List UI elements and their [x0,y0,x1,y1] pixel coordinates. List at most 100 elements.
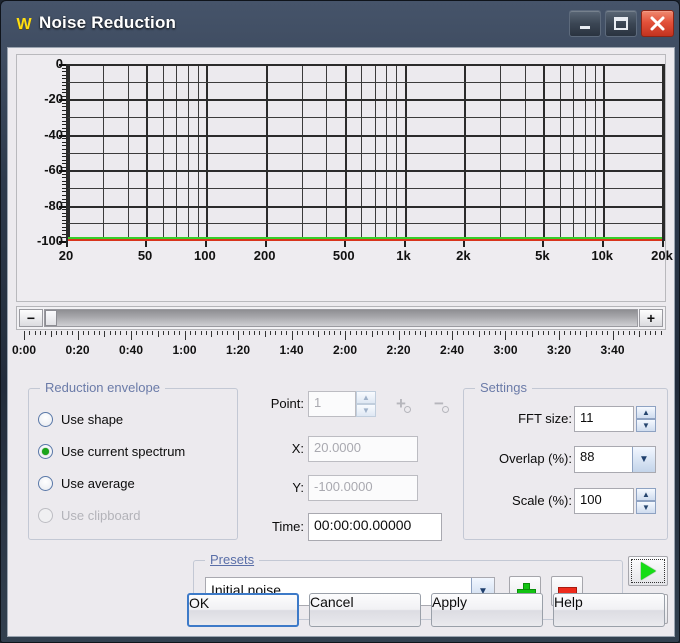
point-stepper[interactable]: ▲ ▼ [356,391,376,417]
ruler-tick [463,331,464,335]
ruler-label: 2:20 [386,343,411,357]
ruler-tick [431,331,432,335]
scale-stepper-up[interactable]: ▲ [636,488,656,501]
ruler-tick [72,331,73,335]
ruler-tick [522,331,523,335]
point-stepper-up[interactable]: ▲ [356,391,376,404]
ruler-tick [602,331,603,335]
graph-plot-area[interactable] [66,64,665,241]
ruler-tick [618,331,619,335]
ruler-tick [586,331,587,337]
y-input[interactable]: -100.0000 [308,475,418,501]
fft-size-input[interactable]: 11 [574,406,634,432]
ruler-label: 2:40 [439,343,465,357]
graph-gridline [68,170,662,172]
x-axis-label: 5k [535,248,550,263]
remove-point-icon[interactable]: − [428,395,450,415]
ruler-label: 1:20 [225,343,251,357]
apply-button[interactable]: Apply [431,593,543,627]
ruler-tick [655,331,656,335]
y-axis-label: -100 [36,233,63,248]
scale-stepper[interactable]: ▲ ▼ [636,488,656,514]
ruler-label: 0:40 [118,343,144,357]
y-axis-label: -60 [44,162,63,178]
cancel-button[interactable]: Cancel [309,593,421,627]
ruler-tick [275,331,276,335]
ruler-tick [591,331,592,335]
ruler-tick [217,331,218,335]
ruler-tick [554,331,555,335]
add-point-icon[interactable]: + [390,395,412,415]
ruler-tick [623,331,624,335]
ruler-tick [409,331,410,335]
close-button[interactable] [641,10,674,37]
ruler-tick [190,331,191,335]
horizontal-zoom-bar[interactable]: − + [16,306,666,330]
ruler-tick [238,331,239,340]
graph-gridline [68,223,662,224]
x-axis-tick [66,241,68,247]
help-button[interactable]: Help [553,593,665,627]
ruler-tick [345,331,346,340]
x-label: X: [291,441,304,456]
ruler-tick [233,331,234,335]
ruler-tick [168,331,169,335]
radio-use-shape[interactable]: Use shape [38,409,123,429]
spectrum-graph[interactable]: 0 -20 -40 -60 -80 -100 20 50 100 200 500 1k 2k 5k 10k… [16,54,673,302]
graph-gridline [68,64,662,66]
ruler-tick [484,331,485,335]
overlap-select[interactable]: 88 ▼ [574,446,656,473]
play-icon [640,562,656,580]
ok-button[interactable]: OK [187,593,299,627]
play-button[interactable] [628,556,668,586]
zoom-out-button[interactable]: − [19,309,43,327]
scale-input[interactable]: 100 [574,488,634,514]
ruler-tick [361,331,362,335]
x-input[interactable]: 20.0000 [308,436,418,462]
ruler-tick [67,331,68,335]
x-axis-label: 500 [332,248,355,263]
ruler-tick [350,331,351,335]
dialog-client-area: 0 -20 -40 -60 -80 -100 20 50 100 200 500 1k 2k 5k 10k… [7,47,675,637]
ruler-tick [206,331,207,335]
time-ruler[interactable]: 0:00 0:20 0:40 1:00 1:20 1:40 2:00 2:20 2:40 3:00… [12,331,666,361]
ruler-tick [147,331,148,335]
point-input[interactable]: 1 [308,391,356,417]
ruler-tick [548,331,549,335]
ruler-tick [340,331,341,335]
ruler-tick [447,331,448,335]
graph-gridline [68,188,662,189]
x-axis-tick [344,241,346,247]
maximize-icon [614,17,628,30]
fft-stepper-up[interactable]: ▲ [636,406,656,419]
ruler-tick [377,331,378,335]
fft-size-label: FFT size: [518,411,572,426]
fft-stepper-down[interactable]: ▼ [636,419,656,432]
settings-title: Settings [475,380,532,395]
radio-use-current-spectrum[interactable]: Use current spectrum [38,441,185,461]
fft-size-stepper[interactable]: ▲ ▼ [636,406,656,432]
ruler-tick [382,331,383,335]
ruler-tick [318,331,319,337]
point-stepper-down[interactable]: ▼ [356,404,376,417]
minimize-button[interactable] [569,10,601,37]
radio-label: Use average [61,475,135,491]
radio-use-average[interactable]: Use average [38,473,135,493]
scroll-track[interactable] [44,309,638,327]
ruler-label: 0:20 [65,343,90,357]
window-title: Noise Reduction [39,13,177,32]
scroll-thumb[interactable] [45,310,57,326]
graph-gridline-major [662,64,664,241]
ruler-tick [356,331,357,335]
title-bar: W Noise Reduction [1,1,680,47]
ruler-tick [40,331,41,335]
time-input[interactable]: 00:00:00.00000 [308,513,442,541]
ruler-tick [580,331,581,335]
zoom-in-button[interactable]: + [639,309,663,327]
presets-title: Presets [205,552,260,567]
ruler-tick [61,331,62,335]
maximize-button[interactable] [605,10,637,37]
ruler-tick [227,331,228,335]
scale-stepper-down[interactable]: ▼ [636,501,656,514]
chevron-down-icon[interactable]: ▼ [632,447,655,472]
